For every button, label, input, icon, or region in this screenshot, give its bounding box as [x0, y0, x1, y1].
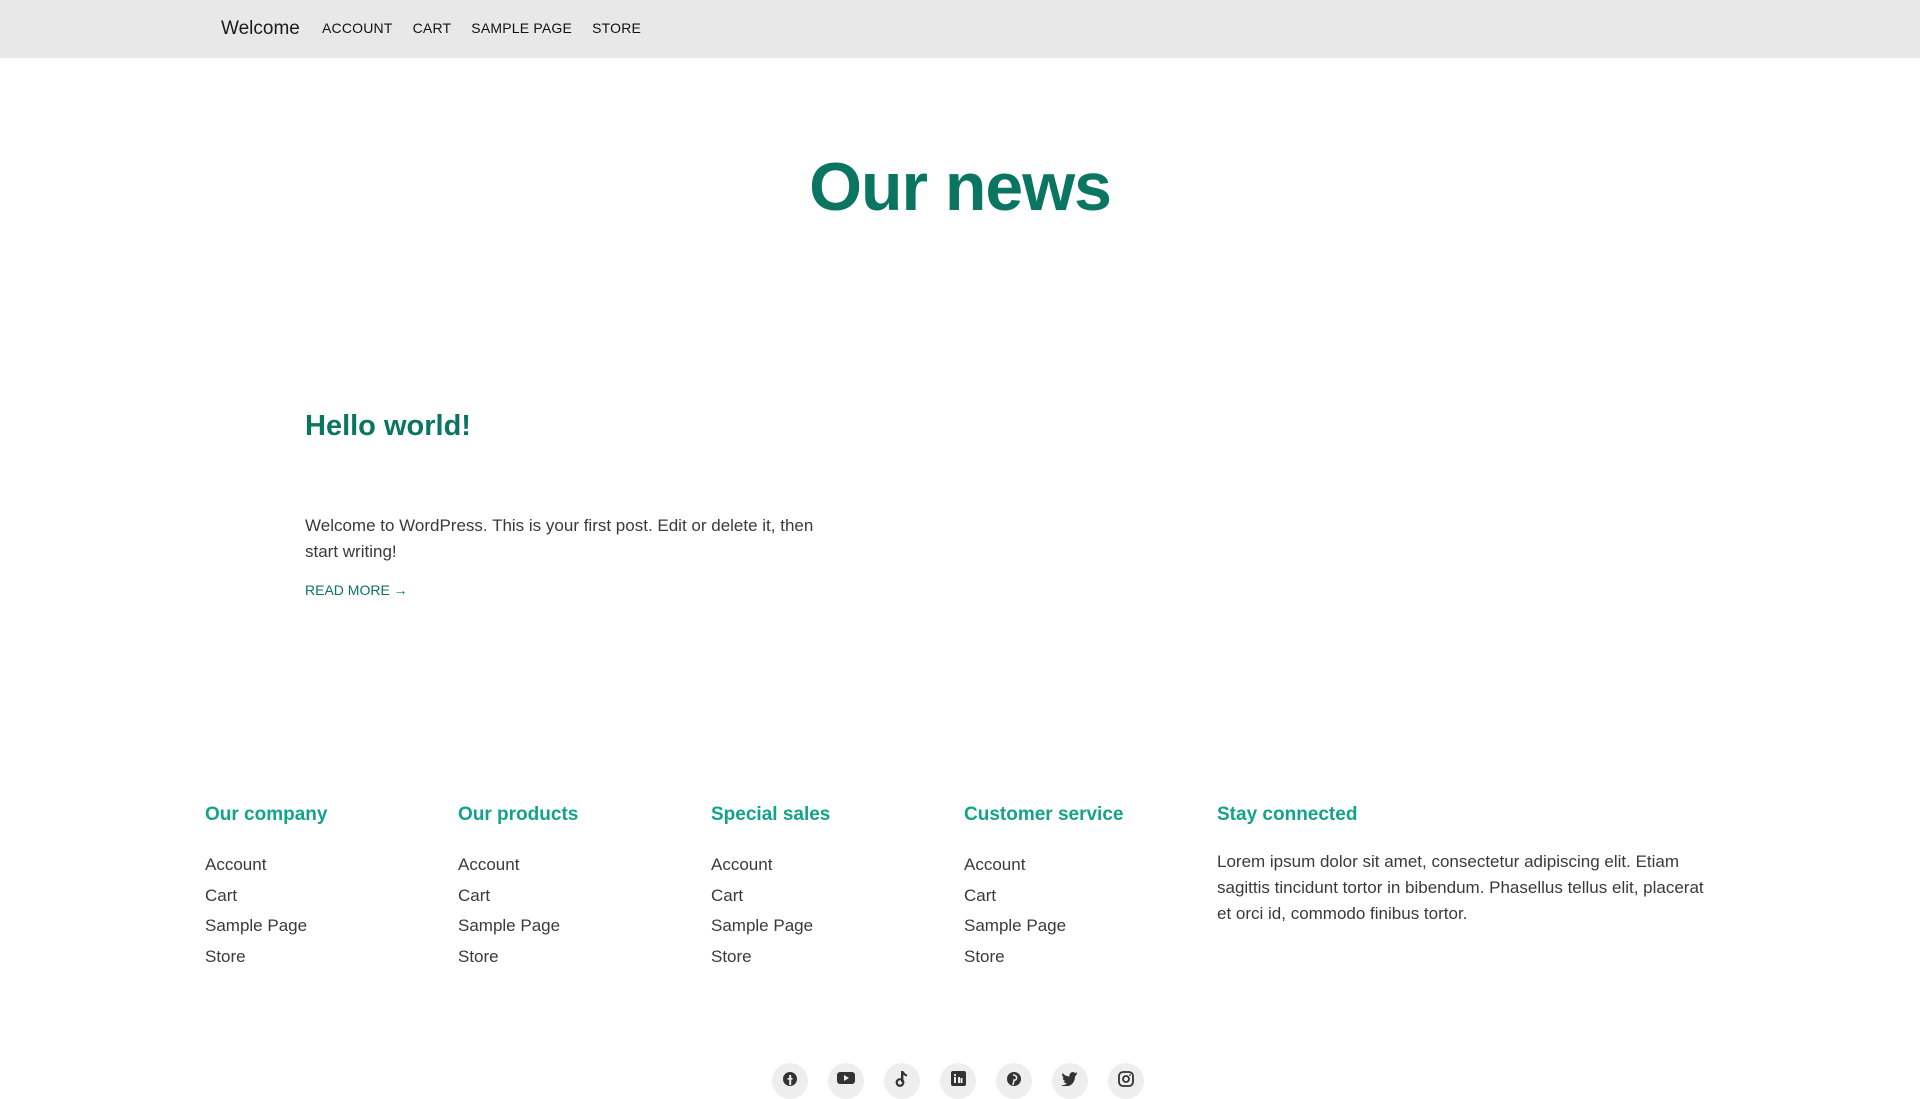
post-title[interactable]: Hello world!: [305, 410, 825, 443]
footer-link-cart[interactable]: Cart: [205, 881, 458, 912]
footer-col-title: Our products: [458, 804, 579, 825]
footer-link-account[interactable]: Account: [458, 850, 711, 881]
footer-link-sample-page[interactable]: Sample Page: [458, 911, 711, 942]
pinterest-icon[interactable]: [996, 1063, 1032, 1099]
nav-sample-page[interactable]: SAMPLE PAGE: [471, 20, 572, 36]
stay-connected-title: Stay connected: [1217, 804, 1358, 825]
nav-account[interactable]: ACCOUNT: [322, 20, 393, 36]
page-title: Our news: [809, 149, 1112, 225]
footer-link-account[interactable]: Account: [711, 850, 964, 881]
footer-col-special-sales: Special sales Account Cart Sample Page S…: [711, 804, 964, 972]
footer-col-title: Our company: [205, 804, 328, 825]
footer-link-sample-page[interactable]: Sample Page: [205, 911, 458, 942]
footer-col-title: Special sales: [711, 804, 831, 825]
site-title[interactable]: Welcome: [221, 18, 300, 40]
post-card: Hello world! Welcome to WordPress. This …: [305, 410, 825, 600]
twitter-icon[interactable]: [1052, 1063, 1088, 1099]
stay-connected-text: Lorem ipsum dolor sit amet, consectetur …: [1217, 852, 1704, 923]
footer-link-store[interactable]: Store: [711, 942, 964, 973]
footer-link-account[interactable]: Account: [964, 850, 1217, 881]
instagram-icon[interactable]: [1108, 1063, 1144, 1099]
footer-link-account[interactable]: Account: [205, 850, 458, 881]
post-excerpt: Welcome to WordPress. This is your first…: [305, 516, 814, 561]
footer-col-title: Customer service: [964, 804, 1124, 825]
footer-link-store[interactable]: Store: [458, 942, 711, 973]
footer-link-cart[interactable]: Cart: [458, 881, 711, 912]
site-header: Welcome ACCOUNT CART SAMPLE PAGE STORE: [0, 0, 1920, 58]
footer-columns: Our company Account Cart Sample Page Sto…: [205, 804, 1217, 972]
nav-cart[interactable]: CART: [413, 20, 452, 36]
footer-link-store[interactable]: Store: [964, 942, 1217, 973]
main-nav: ACCOUNT CART SAMPLE PAGE STORE: [322, 20, 641, 36]
social-icons: [772, 1063, 1144, 1099]
youtube-icon[interactable]: [828, 1063, 864, 1099]
footer-link-store[interactable]: Store: [205, 942, 458, 973]
footer-link-sample-page[interactable]: Sample Page: [964, 911, 1217, 942]
read-more-link[interactable]: READ MORE →: [305, 582, 408, 598]
footer-link-cart[interactable]: Cart: [964, 881, 1217, 912]
footer-link-sample-page[interactable]: Sample Page: [711, 911, 964, 942]
linkedin-icon[interactable]: [940, 1063, 976, 1099]
footer-col-our-company: Our company Account Cart Sample Page Sto…: [205, 804, 458, 972]
footer-stay-connected: Stay connected Lorem ipsum dolor sit ame…: [1217, 804, 1717, 927]
footer-col-customer-service: Customer service Account Cart Sample Pag…: [964, 804, 1217, 972]
footer-col-our-products: Our products Account Cart Sample Page St…: [458, 804, 711, 972]
footer-link-cart[interactable]: Cart: [711, 881, 964, 912]
tiktok-icon[interactable]: [884, 1063, 920, 1099]
nav-store[interactable]: STORE: [592, 20, 641, 36]
facebook-icon[interactable]: [772, 1063, 808, 1099]
